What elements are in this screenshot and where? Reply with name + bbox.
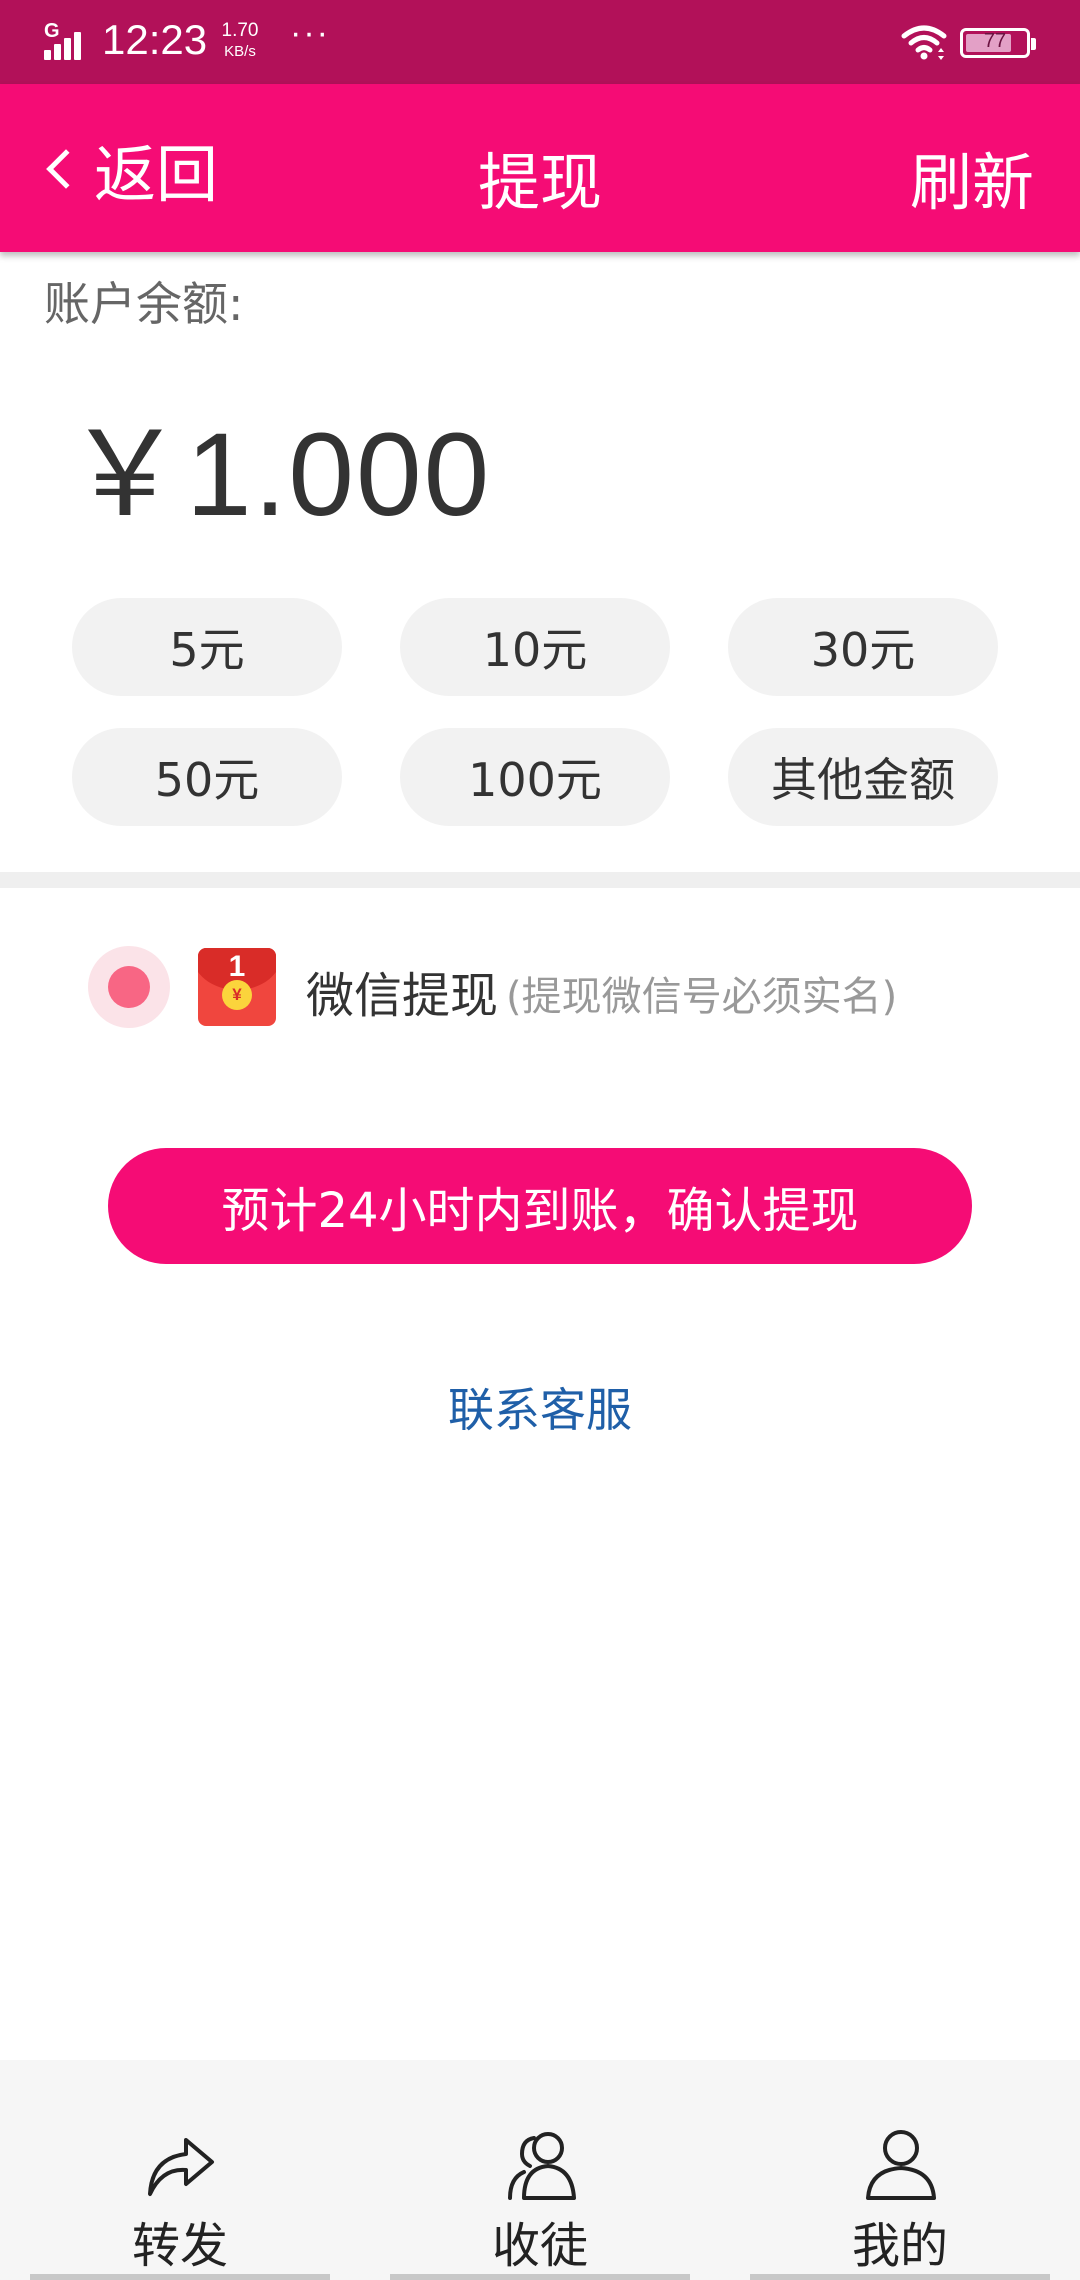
- payment-method-note: (提现微信号必须实名): [506, 974, 898, 1020]
- radio-selected-dot: [108, 966, 150, 1008]
- more-notifications-icon: ···: [290, 14, 330, 52]
- network-type: G: [44, 20, 60, 42]
- tab-apprentice-label: 收徒: [491, 2218, 588, 2274]
- nav-bar: 返回 提现 刷新: [0, 84, 1080, 252]
- chevron-left-icon: [46, 149, 86, 189]
- refresh-button[interactable]: 刷新: [910, 132, 1034, 222]
- network-speed-value: 1.70: [221, 20, 259, 41]
- tab-apprentice[interactable]: 收徒: [390, 2060, 690, 2280]
- red-envelope-icon: 1 ¥: [198, 948, 276, 1026]
- section-divider: [0, 872, 1080, 888]
- status-time: 12:23: [102, 16, 208, 63]
- tab-mine-label: 我的: [851, 2218, 948, 2274]
- bottom-tab-bar: 转发 收徒 我的: [0, 2060, 1080, 2280]
- tab-share[interactable]: 转发: [30, 2060, 330, 2280]
- wechat-method-radio[interactable]: [88, 946, 170, 1028]
- amount-option-other[interactable]: 其他金额: [728, 728, 998, 826]
- user-icon: [866, 2130, 936, 2200]
- contact-support-link[interactable]: 联系客服: [0, 1374, 1080, 1440]
- back-label: 返回: [94, 138, 219, 211]
- confirm-withdraw-button[interactable]: 预计24小时内到账，确认提现: [108, 1148, 972, 1264]
- back-button[interactable]: 返回: [40, 134, 218, 211]
- amount-option-10[interactable]: 10元: [400, 598, 670, 696]
- signal-icon: G: [44, 20, 92, 60]
- amount-option-50[interactable]: 50元: [72, 728, 342, 826]
- amount-option-100[interactable]: 100元: [400, 728, 670, 826]
- battery-icon: 77: [960, 28, 1036, 58]
- share-icon: [148, 2138, 214, 2196]
- wifi-icon: [901, 25, 947, 60]
- red-envelope-digit: 1: [228, 950, 246, 983]
- status-bar: G 12:23 1.70 KB/s ··· 77: [0, 0, 1080, 84]
- network-speed: 1.70 KB/s: [214, 20, 266, 62]
- tab-share-label: 转发: [131, 2218, 228, 2274]
- amount-option-5[interactable]: 5元: [72, 598, 342, 696]
- balance-amount: ￥1.000: [66, 409, 492, 541]
- amount-option-30[interactable]: 30元: [728, 598, 998, 696]
- battery-level: 77: [983, 30, 1007, 52]
- network-speed-unit: KB/s: [224, 43, 256, 60]
- payment-method-name[interactable]: 微信提现: [306, 956, 498, 1026]
- users-icon: [508, 2132, 576, 2200]
- tab-mine[interactable]: 我的: [750, 2060, 1050, 2280]
- balance-label: 账户余额:: [44, 277, 244, 331]
- red-envelope-coin: ¥: [222, 980, 252, 1010]
